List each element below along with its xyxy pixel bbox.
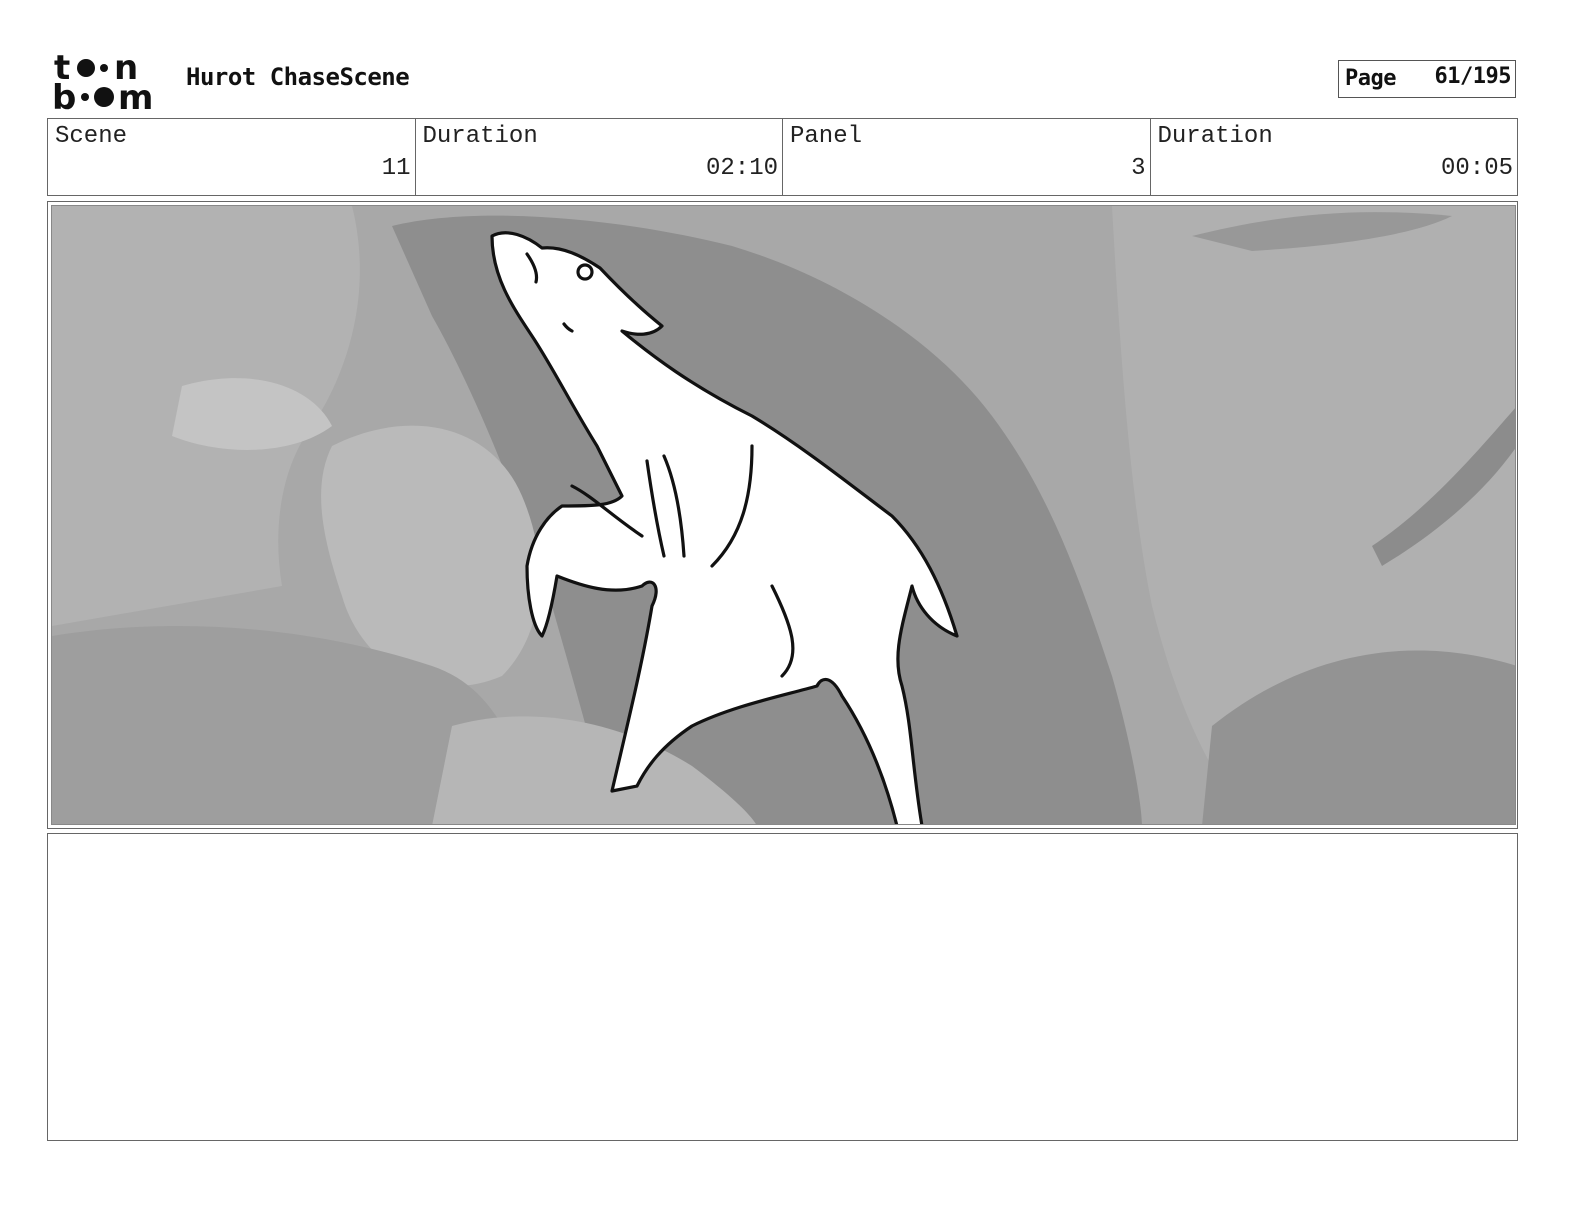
panel-duration-value: 00:05 (1440, 155, 1513, 182)
action-notes-box[interactable] (47, 833, 1518, 1141)
scene-duration-cell: Duration 02:10 (416, 119, 783, 195)
scene-value: 11 (381, 155, 411, 182)
logo-letter-b: b (52, 78, 76, 112)
panel-duration-label: Duration (1157, 123, 1273, 150)
scene-duration-value: 02:10 (705, 155, 778, 182)
scene-duration-label: Duration (422, 123, 538, 150)
page-indicator: Page 61/195 (1338, 60, 1516, 98)
panel-duration-cell: Duration 00:05 (1151, 119, 1518, 195)
panel-value: 3 (1131, 155, 1146, 182)
toonboom-logo: t n b m (52, 48, 164, 118)
panel-cell: Panel 3 (783, 119, 1151, 195)
panel-image (51, 205, 1516, 825)
page-label: Page (1345, 66, 1396, 91)
logo-letter-m: m (118, 78, 153, 112)
page-number: 61/195 (1434, 64, 1512, 89)
panel-label: Panel (790, 123, 863, 150)
scene-label: Scene (55, 123, 128, 150)
storyboard-title: Hurot ChaseScene (186, 63, 410, 91)
scene-cell: Scene 11 (48, 119, 416, 195)
panel-info-row: Scene 11 Duration 02:10 Panel 3 Duration… (47, 118, 1518, 196)
